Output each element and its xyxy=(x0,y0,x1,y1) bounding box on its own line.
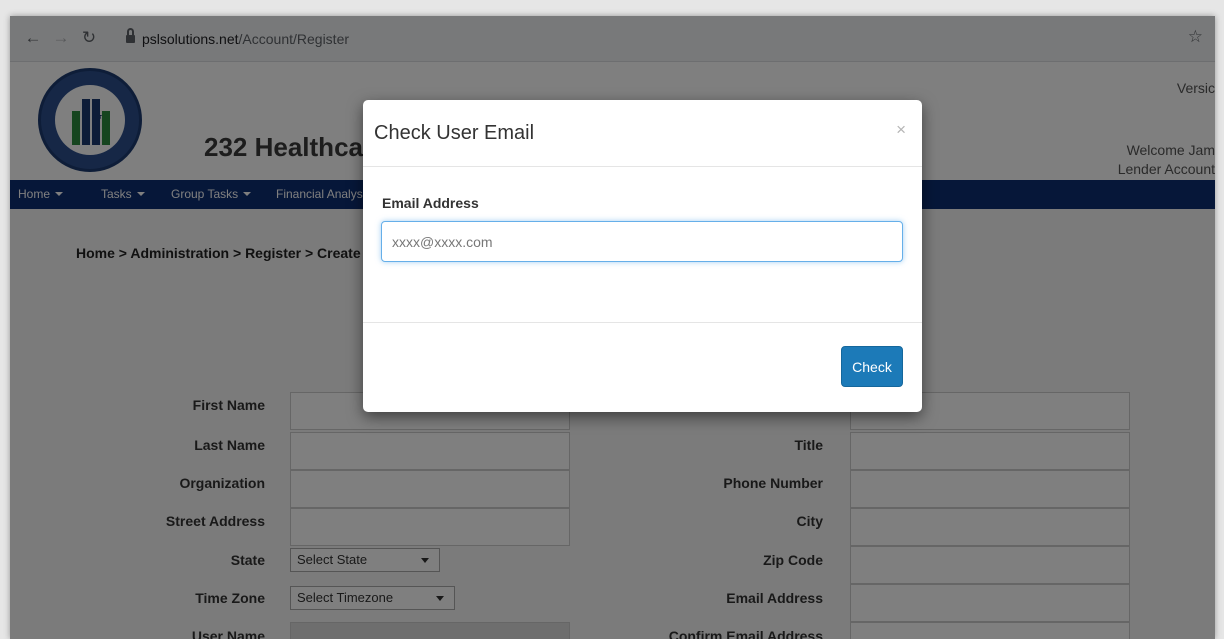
close-icon[interactable]: × xyxy=(896,120,906,140)
check-button[interactable]: Check xyxy=(841,346,903,387)
dialog-title: Check User Email xyxy=(374,122,535,144)
dialog-body: Email Address xyxy=(363,167,922,323)
check-user-email-dialog: Check User Email × Email Address Check xyxy=(363,100,922,412)
dialog-header: Check User Email × xyxy=(363,100,922,167)
email-address-field[interactable] xyxy=(381,221,903,262)
email-address-field-label: Email Address xyxy=(382,195,479,211)
